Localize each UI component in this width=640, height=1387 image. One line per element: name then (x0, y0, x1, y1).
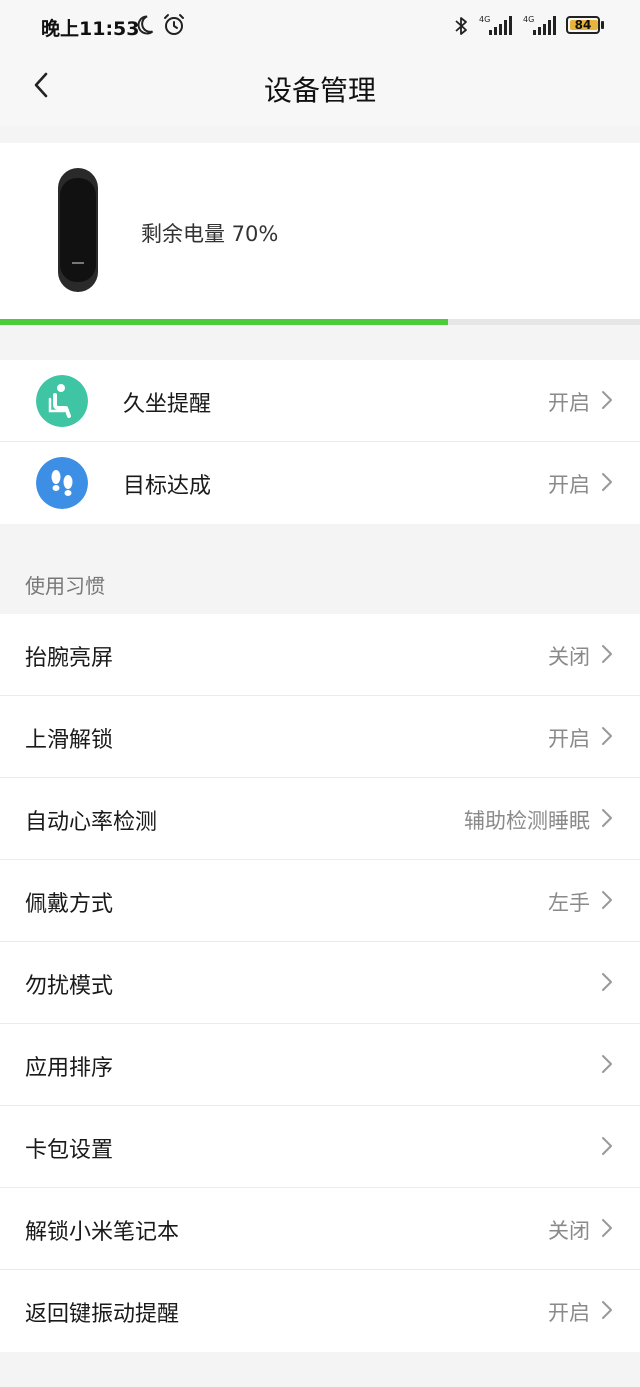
row-label: 久坐提醒 (123, 392, 212, 417)
battery-progress-bar (0, 319, 640, 325)
row-label: 抬腕亮屏 (25, 646, 114, 671)
footprints-icon (36, 457, 88, 509)
row-label: 上滑解锁 (25, 728, 114, 753)
row-label: 佩戴方式 (25, 892, 114, 917)
band-image (58, 168, 98, 292)
svg-text:4G: 4G (523, 15, 534, 24)
list-item-raise-to-wake[interactable]: 抬腕亮屏 关闭 (0, 614, 640, 696)
chevron-right-icon (602, 809, 612, 827)
row-label: 解锁小米笔记本 (25, 1220, 180, 1245)
chevron-right-icon (602, 1301, 612, 1319)
row-label: 自动心率检测 (25, 810, 158, 835)
battery-remaining-text: 剩余电量 70% (141, 222, 279, 246)
row-label: 返回键振动提醒 (25, 1302, 180, 1327)
row-value: 辅助检测睡眠 (464, 809, 590, 833)
signal-4g-icon: 4G (523, 15, 556, 35)
reminder-list: 久坐提醒 开启 目标达成 开启 (0, 360, 640, 524)
row-value: 开启 (548, 473, 590, 497)
list-item-do-not-disturb[interactable]: 勿扰模式 (0, 942, 640, 1024)
row-label: 勿扰模式 (25, 974, 114, 999)
bluetooth-icon (455, 17, 467, 35)
chevron-right-icon (602, 1055, 612, 1073)
battery-progress-fill (0, 319, 448, 325)
list-item-heart-rate-detection[interactable]: 自动心率检测 辅助检测睡眠 (0, 778, 640, 860)
battery-icon: 84 (566, 16, 606, 36)
device-card: 剩余电量 70% (0, 143, 640, 325)
row-value: 关闭 (548, 1219, 590, 1243)
list-item-goal-achieved[interactable]: 目标达成 开启 (0, 442, 640, 524)
row-value: 开启 (548, 727, 590, 751)
chevron-right-icon (602, 1137, 612, 1155)
row-value: 开启 (548, 1301, 590, 1325)
svg-text:4G: 4G (479, 15, 490, 24)
status-bar: 晚上11:53 4G 4G 84 (0, 0, 640, 52)
chevron-right-icon (602, 891, 612, 909)
row-label: 卡包设置 (25, 1138, 114, 1163)
list-item-unlock-notebook[interactable]: 解锁小米笔记本 关闭 (0, 1188, 640, 1270)
row-value: 左手 (548, 891, 590, 915)
list-item-sedentary-reminder[interactable]: 久坐提醒 开启 (0, 360, 640, 442)
chevron-right-icon (602, 973, 612, 991)
list-item-app-order[interactable]: 应用排序 (0, 1024, 640, 1106)
status-time: 晚上11:53 (41, 18, 140, 40)
list-item-wear-hand[interactable]: 佩戴方式 左手 (0, 860, 640, 942)
row-value: 开启 (548, 391, 590, 415)
chevron-right-icon (602, 727, 612, 745)
signal-4g-icon: 4G (479, 15, 512, 35)
habits-list: 抬腕亮屏 关闭 上滑解锁 开启 自动心率检测 辅助检测睡眠 佩戴方式 左手 勿扰… (0, 614, 640, 1352)
row-label: 应用排序 (25, 1056, 114, 1081)
moon-icon (137, 15, 154, 35)
row-value: 关闭 (548, 645, 590, 669)
list-item-card-settings[interactable]: 卡包设置 (0, 1106, 640, 1188)
battery-percent: 84 (574, 18, 592, 32)
section-header-habits: 使用习惯 (25, 574, 105, 598)
row-label: 目标达成 (123, 474, 212, 499)
chevron-right-icon (602, 645, 612, 663)
chevron-right-icon (602, 1219, 612, 1237)
chevron-right-icon (602, 473, 612, 491)
page-title: 设备管理 (263, 74, 376, 107)
list-item-back-key-vibration[interactable]: 返回键振动提醒 开启 (0, 1270, 640, 1352)
chevron-right-icon (602, 391, 612, 409)
nav-bar: 设备管理 (0, 52, 640, 126)
sedentary-icon (36, 375, 88, 427)
alarm-icon (164, 14, 184, 35)
list-item-swipe-unlock[interactable]: 上滑解锁 开启 (0, 696, 640, 778)
